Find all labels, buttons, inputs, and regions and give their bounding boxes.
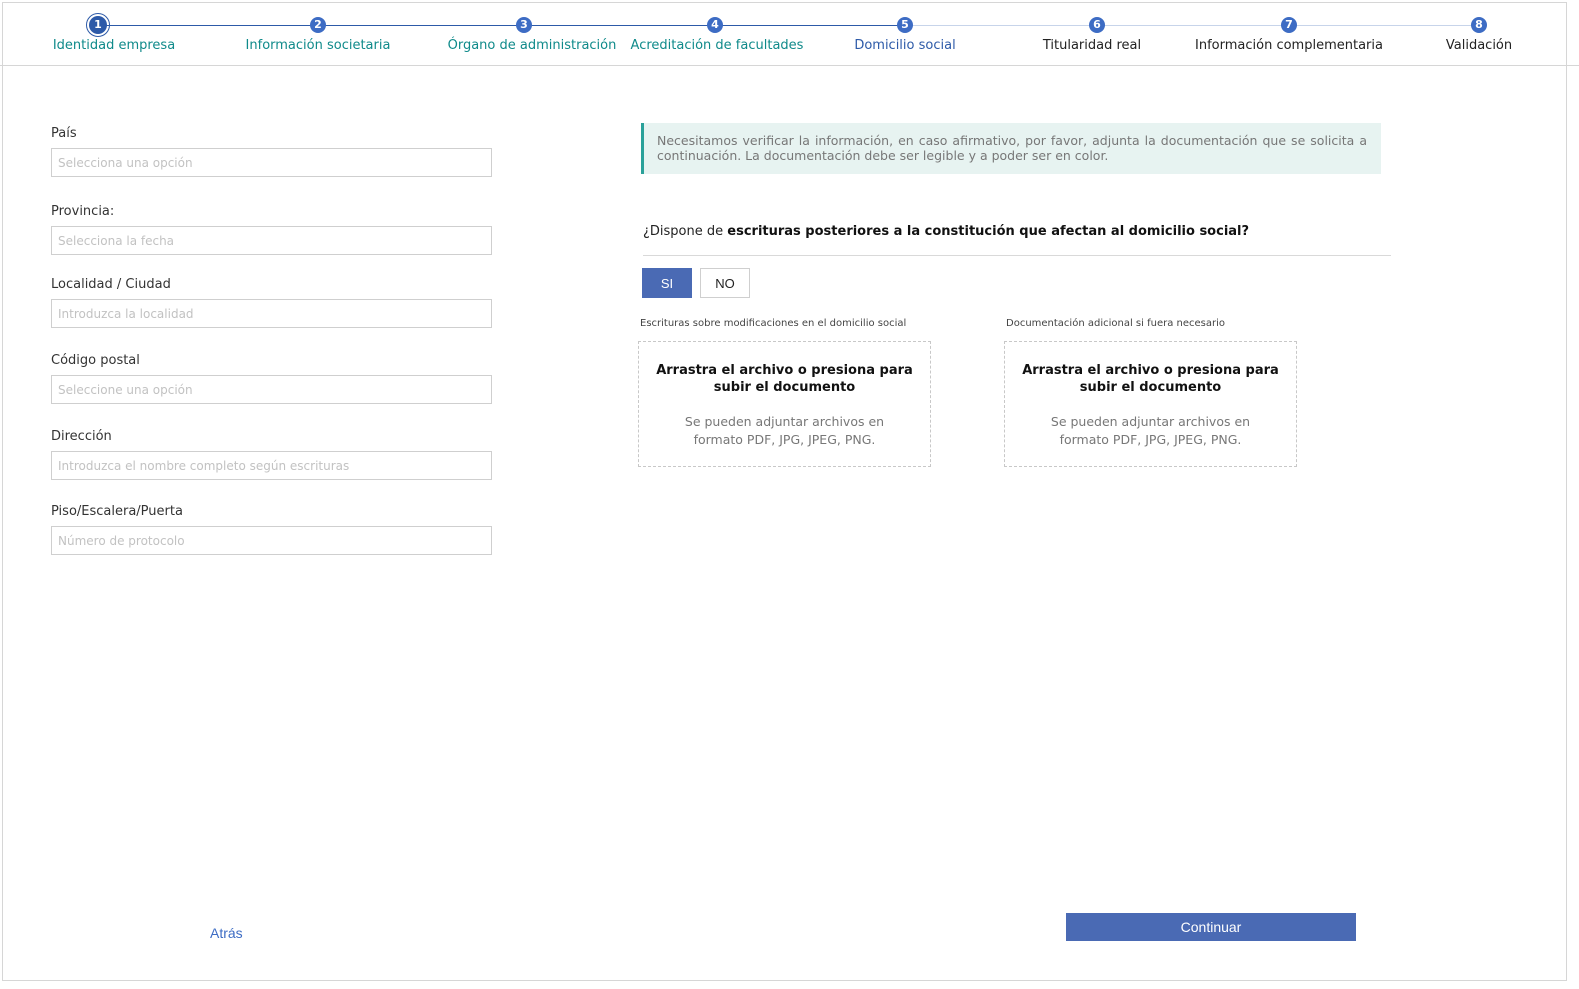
field-piso: Piso/Escalera/Puerta	[51, 504, 492, 555]
step-label: Acreditación de facultades	[630, 38, 804, 53]
question-text: ¿Dispone de escrituras posteriores a la …	[643, 224, 1391, 239]
step-label: Validación	[1445, 38, 1513, 53]
step-number-8: 8	[1471, 17, 1487, 33]
no-button[interactable]: NO	[700, 268, 750, 298]
step-label: Información societaria	[245, 38, 391, 53]
piso-label: Piso/Escalera/Puerta	[51, 504, 183, 519]
direccion-label: Dirección	[51, 429, 112, 444]
step-label: Información complementaria	[1195, 38, 1383, 53]
question-prefix: ¿Dispone de	[643, 224, 728, 239]
back-link[interactable]: Atrás	[210, 925, 243, 941]
upload-caption-escrituras: Escrituras sobre modificaciones en el do…	[640, 318, 907, 329]
step-label: Titularidad real	[1042, 38, 1142, 53]
field-codigo-postal: Código postal	[51, 353, 492, 404]
stepper-progress-line	[98, 25, 905, 26]
progress-stepper: 1 Identidad empresa 2 Información societ…	[0, 0, 1579, 66]
localidad-label: Localidad / Ciudad	[51, 277, 171, 292]
upload-title: Arrastra el archivo o presiona para subi…	[656, 363, 913, 395]
pais-label: País	[51, 126, 77, 141]
step-number-7: 7	[1281, 17, 1297, 33]
upload-hint: Se pueden adjuntar archivos en formato P…	[684, 414, 885, 447]
step-label: Identidad empresa	[52, 38, 176, 53]
upload-title: Arrastra el archivo o presiona para subi…	[1022, 363, 1279, 395]
direccion-input[interactable]	[51, 451, 492, 480]
step-number-6: 6	[1089, 17, 1105, 33]
upload-dropzone-escrituras[interactable]: Arrastra el archivo o presiona para subi…	[638, 341, 931, 467]
continue-button[interactable]: Continuar	[1066, 913, 1356, 941]
info-notice: Necesitamos verificar la información, en…	[641, 123, 1381, 174]
yes-button[interactable]: SI	[642, 268, 692, 298]
yes-no-toggle: SI NO	[642, 268, 750, 298]
codigo-postal-label: Código postal	[51, 353, 140, 368]
localidad-input[interactable]	[51, 299, 492, 328]
step-number-3: 3	[516, 17, 532, 33]
step-number-2: 2	[310, 17, 326, 33]
field-direccion: Dirección	[51, 429, 492, 480]
field-provincia: Provincia:	[51, 204, 492, 255]
upload-hint: Se pueden adjuntar archivos en formato P…	[1050, 414, 1251, 447]
step-number-5: 5	[897, 17, 913, 33]
step-label: Órgano de administración	[447, 38, 617, 53]
field-localidad: Localidad / Ciudad	[51, 277, 492, 328]
provincia-input[interactable]	[51, 226, 492, 255]
step-label: Domicilio social	[854, 38, 956, 53]
provincia-label: Provincia:	[51, 204, 115, 219]
step-number-1: 1	[86, 13, 110, 37]
piso-input[interactable]	[51, 526, 492, 555]
step-number-4: 4	[707, 17, 723, 33]
stepper-remaining-line	[905, 25, 1479, 26]
pais-select[interactable]	[51, 148, 492, 177]
divider	[643, 255, 1391, 256]
codigo-postal-select[interactable]	[51, 375, 492, 404]
upload-dropzone-adicional[interactable]: Arrastra el archivo o presiona para subi…	[1004, 341, 1297, 467]
field-pais: País	[51, 126, 492, 177]
upload-caption-adicional: Documentación adicional si fuera necesar…	[1006, 318, 1225, 329]
question-bold: escrituras posteriores a la constitución…	[727, 224, 1250, 239]
